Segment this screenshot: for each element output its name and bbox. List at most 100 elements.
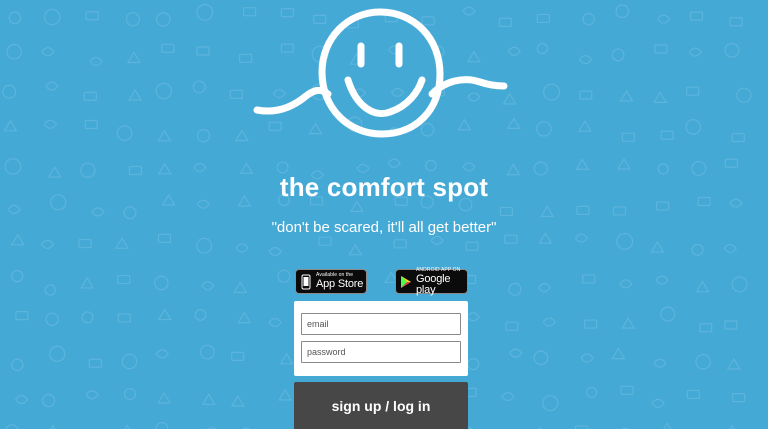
doodle-shape [579,55,593,65]
doodle-shape [80,276,95,289]
doodle-shape [650,240,665,253]
doodle-shape [43,119,58,129]
doodle-shape [121,353,138,370]
doodle-shape [157,391,172,404]
doodle-shape [387,158,401,168]
doodle-shape [536,121,552,137]
doodle-shape [40,239,55,249]
doodle-shape [619,279,633,289]
doodle-shape [268,246,282,257]
doodle-shape [731,132,745,143]
doodle-shape [318,236,332,246]
doodle-shape [686,86,700,96]
password-field[interactable] [301,341,461,363]
app-store-badge[interactable]: Available on the App Store [295,269,367,294]
smiley-logo [253,8,508,138]
doodle-shape [192,80,206,94]
doodle-shape [194,309,207,321]
doodle-shape [50,424,56,429]
doodle-shape [501,391,515,402]
doodle-shape [656,201,670,211]
doodle-shape [543,83,561,101]
doodle-shape [732,393,746,403]
doodle-shape [621,316,636,329]
doodle-shape [654,44,668,54]
doodle-shape [430,235,444,245]
google-play-badge-big: Google play [416,272,451,296]
doodle-shape [611,48,625,62]
google-play-badge[interactable]: ANDROID APP ON Google play [395,266,468,296]
doodle-shape [196,128,211,143]
doodle-shape [81,311,94,324]
doodle-shape [542,317,556,327]
doodle-shape [620,385,634,395]
doodle-shape [660,130,674,140]
doodle-shape [196,4,214,21]
doodle-shape [689,11,704,21]
doodle-shape [651,398,665,408]
app-title: the comfort spot [279,172,489,202]
doodle-shape [44,284,56,296]
doodle-shape [467,358,480,371]
doodle-shape [15,311,29,321]
doodle-shape [685,119,701,135]
email-field[interactable] [301,313,461,335]
doodle-shape [425,159,437,172]
doodle-shape [540,205,555,218]
doodle-shape [663,422,672,429]
login-form [294,301,468,376]
doodle-shape [695,353,711,370]
doodle-shape [465,241,479,251]
doodle-shape [731,276,748,293]
doodle-shape [499,206,513,217]
doodle-shape [11,358,24,372]
doodle-shape [91,207,105,217]
doodle-shape [229,89,244,100]
doodle-shape [155,82,172,100]
sign-up-login-button[interactable]: sign up / log in [294,382,468,429]
doodle-shape [585,386,598,399]
doodle-shape [233,281,248,293]
doodle-shape [655,275,669,285]
doodle-shape [196,46,210,56]
doodle-shape [49,345,66,363]
doodle-shape [686,389,700,400]
doodle-shape [201,281,215,291]
apple-icon [296,270,316,293]
doodle-shape [15,394,29,405]
doodle-shape [729,424,735,429]
doodle-shape [582,12,595,26]
doodle-shape [117,274,131,285]
doodle-shape [615,4,630,19]
doodle-shape [85,390,99,400]
doodle-shape [576,205,590,215]
doodle-shape [579,90,593,100]
doodle-shape [2,84,17,99]
google-play-badge-small: ANDROID APP ON [416,266,461,273]
doodle-shape [45,312,59,326]
doodle-shape [5,424,19,429]
doodle-shape [612,206,627,216]
doodle-shape [653,91,668,103]
doodle-shape [41,47,55,57]
doodle-shape [237,311,252,324]
doodle-shape [114,237,130,249]
app-store-badge-big: App Store [316,278,364,290]
doodle-shape [11,269,24,283]
doodle-shape [657,14,671,24]
doodle-shape [653,358,667,368]
doodle-shape [161,43,175,53]
doodle-shape [660,306,676,322]
doodle-shape [691,243,704,256]
doodle-shape [536,13,550,24]
doodle-shape [509,348,523,358]
doodle-shape [196,237,213,254]
doodle-shape [126,51,142,64]
doodle-shape [231,351,245,361]
doodle-shape [89,56,103,67]
doodle-shape [201,393,216,405]
doodle-shape [234,129,249,142]
doodle-shape [688,47,702,57]
doodle-shape [6,43,22,60]
doodle-shape [235,243,249,253]
